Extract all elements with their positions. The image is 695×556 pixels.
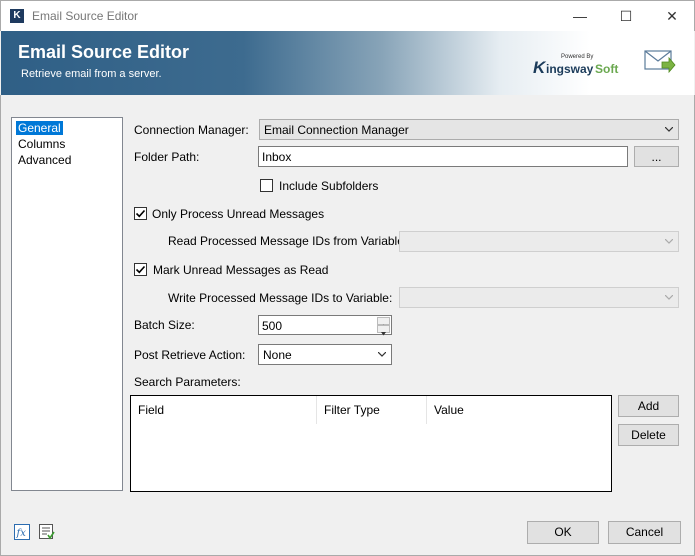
grid-header-filter-type[interactable]: Filter Type	[317, 396, 427, 424]
logo-k: K	[533, 58, 546, 77]
check-icon	[135, 265, 146, 274]
spinner-up-button[interactable]	[377, 317, 390, 328]
maximize-button[interactable]: ☐	[603, 1, 649, 31]
folder-path-value: Inbox	[262, 150, 292, 164]
expression-fx-icon[interactable]: fx	[14, 524, 30, 540]
browse-folder-button[interactable]: ...	[634, 146, 679, 167]
chevron-down-icon	[665, 127, 673, 132]
read-ids-variable-label: Read Processed Message IDs from Variable…	[168, 234, 408, 248]
page-nav-list: General Columns Advanced	[11, 117, 123, 491]
batch-size-label: Batch Size:	[134, 318, 195, 332]
grid-header-field[interactable]: Field	[131, 396, 317, 424]
logo-soft: Soft	[595, 62, 619, 76]
grid-header-value[interactable]: Value	[427, 396, 547, 424]
folder-path-label: Folder Path:	[134, 150, 200, 164]
folder-path-input[interactable]: Inbox	[258, 146, 628, 167]
nav-item-general[interactable]: General	[16, 121, 63, 135]
close-button[interactable]: ✕	[649, 1, 695, 31]
logo-powered-text: Powered By	[561, 54, 594, 60]
only-unread-checkbox[interactable]	[134, 207, 147, 220]
write-ids-variable-label: Write Processed Message IDs to Variable:	[168, 291, 393, 305]
nav-item-advanced[interactable]: Advanced	[16, 153, 73, 167]
add-parameter-button[interactable]: Add	[618, 395, 679, 417]
logo-ingsway: ingsway	[546, 62, 594, 76]
ok-button[interactable]: OK	[527, 521, 599, 544]
title-bar: K Email Source Editor — ☐ ✕	[0, 0, 695, 31]
check-icon	[135, 209, 146, 218]
batch-size-spinner[interactable]: 500	[258, 315, 392, 336]
delete-parameter-button[interactable]: Delete	[618, 424, 679, 446]
kingswaysoft-logo: Powered By K ingsway Soft	[533, 54, 623, 78]
search-parameters-label: Search Parameters:	[134, 375, 241, 389]
chevron-down-icon	[378, 352, 386, 357]
batch-size-value: 500	[262, 319, 283, 333]
chevron-down-icon	[665, 239, 673, 244]
connection-manager-select[interactable]: Email Connection Manager	[259, 119, 679, 140]
minimize-button[interactable]: —	[557, 1, 603, 31]
write-ids-variable-select[interactable]	[399, 287, 679, 308]
variables-list-icon[interactable]	[39, 524, 55, 540]
mark-read-checkbox[interactable]	[134, 263, 147, 276]
banner-subtitle: Retrieve email from a server.	[21, 68, 162, 80]
connection-manager-value: Email Connection Manager	[264, 123, 409, 137]
post-retrieve-action-value: None	[263, 348, 292, 362]
window-title: Email Source Editor	[32, 9, 139, 23]
header-banner: Email Source Editor Retrieve email from …	[1, 31, 694, 95]
only-unread-label: Only Process Unread Messages	[152, 207, 325, 221]
connection-manager-label: Connection Manager:	[134, 123, 249, 137]
search-parameters-grid[interactable]: Field Filter Type Value	[130, 395, 612, 492]
email-arrow-icon	[644, 47, 676, 75]
chevron-down-icon	[665, 295, 673, 300]
spinner-down-button[interactable]	[377, 325, 390, 336]
include-subfolders-checkbox[interactable]	[260, 179, 273, 192]
nav-item-columns[interactable]: Columns	[16, 137, 67, 151]
include-subfolders-label: Include Subfolders	[279, 179, 379, 193]
mark-read-label: Mark Unread Messages as Read	[153, 263, 329, 277]
svg-text:fx: fx	[16, 528, 27, 539]
caret-down-icon	[381, 332, 386, 336]
banner-title: Email Source Editor	[18, 42, 190, 62]
post-retrieve-action-select[interactable]: None	[258, 344, 392, 365]
post-retrieve-action-label: Post Retrieve Action:	[134, 348, 246, 362]
app-icon: K	[10, 9, 24, 23]
read-ids-variable-select[interactable]	[399, 231, 679, 252]
cancel-button[interactable]: Cancel	[608, 521, 681, 544]
